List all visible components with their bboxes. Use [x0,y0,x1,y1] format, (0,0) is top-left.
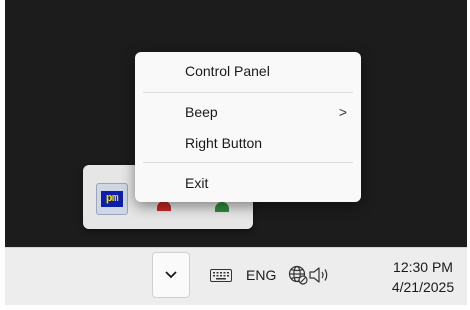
clock-date: 4/21/2025 [391,279,455,295]
language-indicator[interactable]: ENG [246,267,276,283]
chevron-down-icon [165,271,177,279]
context-menu: Control Panel Beep > Right Button Exit [135,52,361,202]
clock[interactable]: 12:30 PM 4/21/2025 [383,257,463,297]
menu-item-label: Right Button [185,135,263,151]
menu-item-right-button[interactable]: Right Button [139,130,357,156]
menu-item-label: Beep [185,104,218,120]
pm-logo-text: pm [101,191,123,207]
keyboard-icon[interactable] [210,269,232,282]
volume-icon[interactable] [308,266,332,284]
menu-item-beep[interactable]: Beep > [139,99,357,125]
menu-separator [143,162,353,163]
green-app-icon[interactable] [215,202,229,212]
menu-item-label: Control Panel [185,63,270,79]
menu-separator [143,92,353,93]
taskbar: ENG 12:30 PM 4/21/2025 [5,247,467,305]
desktop-background: pm Control Panel Beep > Right Button Exi… [5,0,467,305]
show-hidden-icons-button[interactable] [152,252,190,298]
pm-app-icon[interactable]: pm [96,183,128,215]
red-app-icon[interactable] [157,201,171,211]
network-globe-icon[interactable] [288,265,308,285]
menu-item-exit[interactable]: Exit [139,170,357,196]
submenu-chevron-icon: > [338,104,347,120]
menu-item-label: Exit [185,175,209,191]
menu-item-control-panel[interactable]: Control Panel [139,58,357,84]
clock-time: 12:30 PM [393,259,453,275]
